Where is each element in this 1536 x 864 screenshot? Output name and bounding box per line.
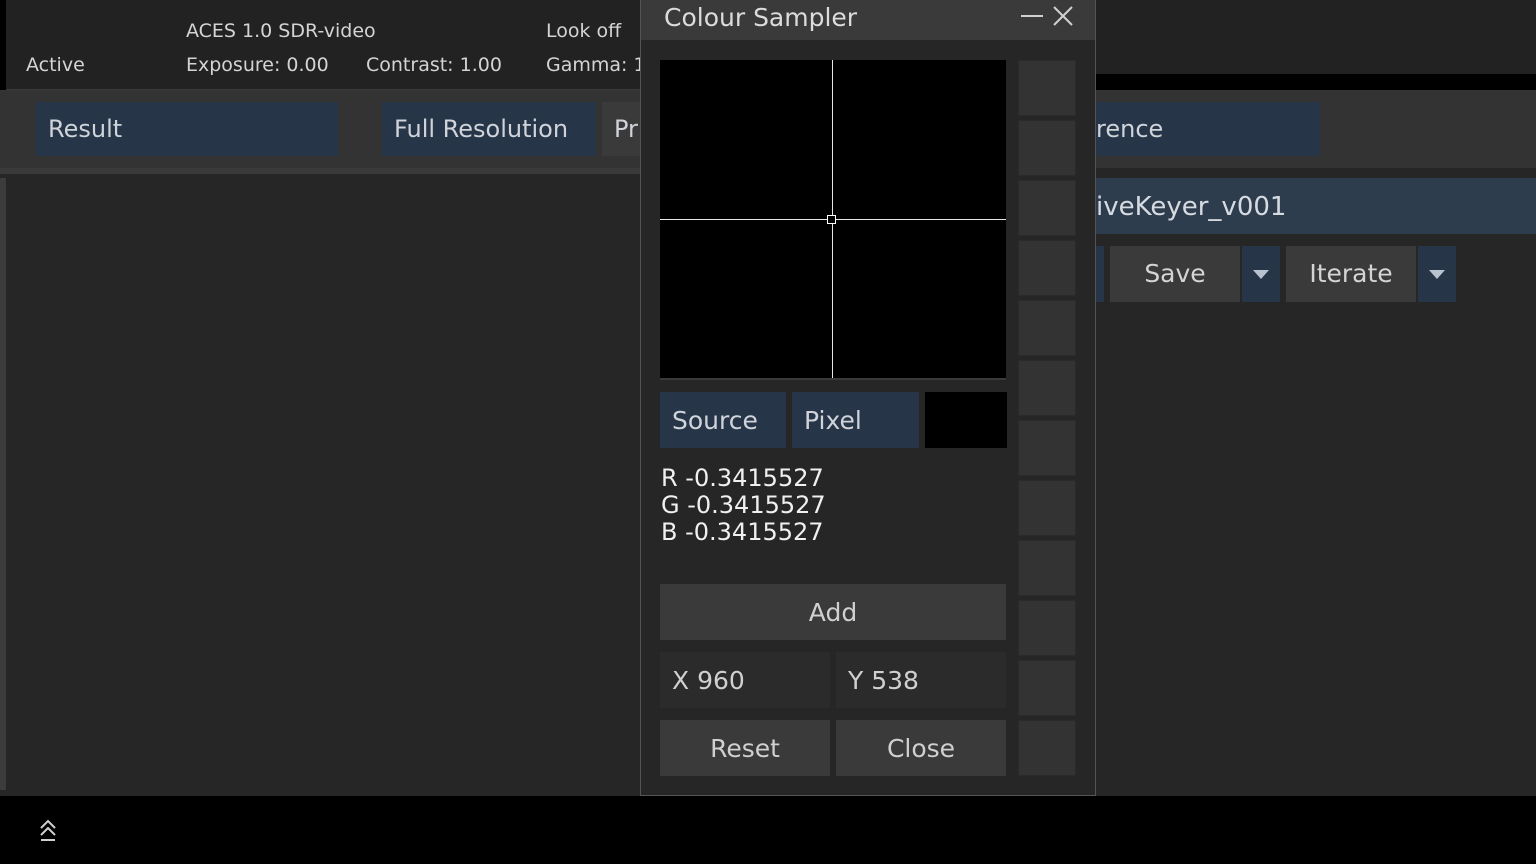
- colour-sampler-dialog: Colour Sampler Source Pixel R -0.3415527…: [640, 0, 1096, 796]
- iterate-dropdown-button[interactable]: [1418, 246, 1456, 302]
- hidden-dropdown-edge[interactable]: [1096, 246, 1104, 302]
- expand-up-icon[interactable]: [38, 818, 58, 844]
- sampled-colour-preview: [925, 392, 1007, 448]
- node-name-header: iveKeyer_v001: [1096, 178, 1536, 234]
- gamma-label[interactable]: Gamma: 1.: [546, 54, 640, 76]
- colour-swatch-slot[interactable]: [1018, 240, 1076, 296]
- reference-view-button[interactable]: rence: [1096, 102, 1320, 156]
- colour-swatch-slot[interactable]: [1018, 540, 1076, 596]
- dialog-title: Colour Sampler: [664, 3, 858, 32]
- crosshair-center-marker[interactable]: [827, 215, 836, 224]
- partial-view-button[interactable]: Pr: [602, 102, 640, 156]
- chevron-down-icon: [1429, 270, 1445, 279]
- iterate-button[interactable]: Iterate: [1286, 246, 1416, 302]
- colour-swatch-slot[interactable]: [1018, 120, 1076, 176]
- colour-swatch-slot[interactable]: [1018, 720, 1076, 776]
- close-icon[interactable]: [1051, 4, 1075, 28]
- red-value: R -0.3415527: [661, 464, 824, 492]
- bottom-bar: [0, 796, 1536, 864]
- dialog-titlebar[interactable]: Colour Sampler: [641, 0, 1095, 40]
- colour-swatch-slot[interactable]: [1018, 480, 1076, 536]
- save-button[interactable]: Save: [1110, 246, 1240, 302]
- top-right-panel: [1096, 0, 1536, 74]
- resolution-button[interactable]: Full Resolution: [382, 102, 596, 156]
- close-button[interactable]: Close: [836, 720, 1006, 776]
- display-transform-label[interactable]: ACES 1.0 SDR-video: [186, 20, 376, 42]
- source-mode-button[interactable]: Source: [660, 392, 786, 448]
- main-separator: [0, 168, 640, 174]
- look-label[interactable]: Look off: [546, 20, 621, 42]
- result-view-button[interactable]: Result: [36, 102, 338, 156]
- save-dropdown-button[interactable]: [1242, 246, 1280, 302]
- colour-swatch-slot[interactable]: [1018, 420, 1076, 476]
- colour-swatch-slot[interactable]: [1018, 180, 1076, 236]
- left-edge-handle[interactable]: [0, 178, 6, 790]
- sampler-magnifier-view[interactable]: [660, 60, 1006, 380]
- pixel-mode-button[interactable]: Pixel: [792, 392, 919, 448]
- chevron-down-icon: [1253, 270, 1269, 279]
- colour-swatch-slot[interactable]: [1018, 660, 1076, 716]
- add-sample-button[interactable]: Add: [660, 584, 1006, 640]
- viewer-info-panel: Active ACES 1.0 SDR-video Exposure: 0.00…: [6, 0, 640, 90]
- contrast-label[interactable]: Contrast: 1.00: [366, 54, 502, 76]
- colour-swatch-slot[interactable]: [1018, 360, 1076, 416]
- minimize-icon[interactable]: [1021, 15, 1043, 17]
- colour-swatch-slot[interactable]: [1018, 600, 1076, 656]
- blue-value: B -0.3415527: [661, 518, 824, 546]
- status-label: Active: [26, 54, 85, 76]
- green-value: G -0.3415527: [661, 491, 826, 519]
- colour-swatch-slot[interactable]: [1018, 300, 1076, 356]
- y-coordinate-field[interactable]: Y 538: [836, 652, 1006, 708]
- reset-button[interactable]: Reset: [660, 720, 830, 776]
- exposure-label[interactable]: Exposure: 0.00: [186, 54, 329, 76]
- x-coordinate-field[interactable]: X 960: [660, 652, 830, 708]
- colour-swatch-slot[interactable]: [1018, 60, 1076, 116]
